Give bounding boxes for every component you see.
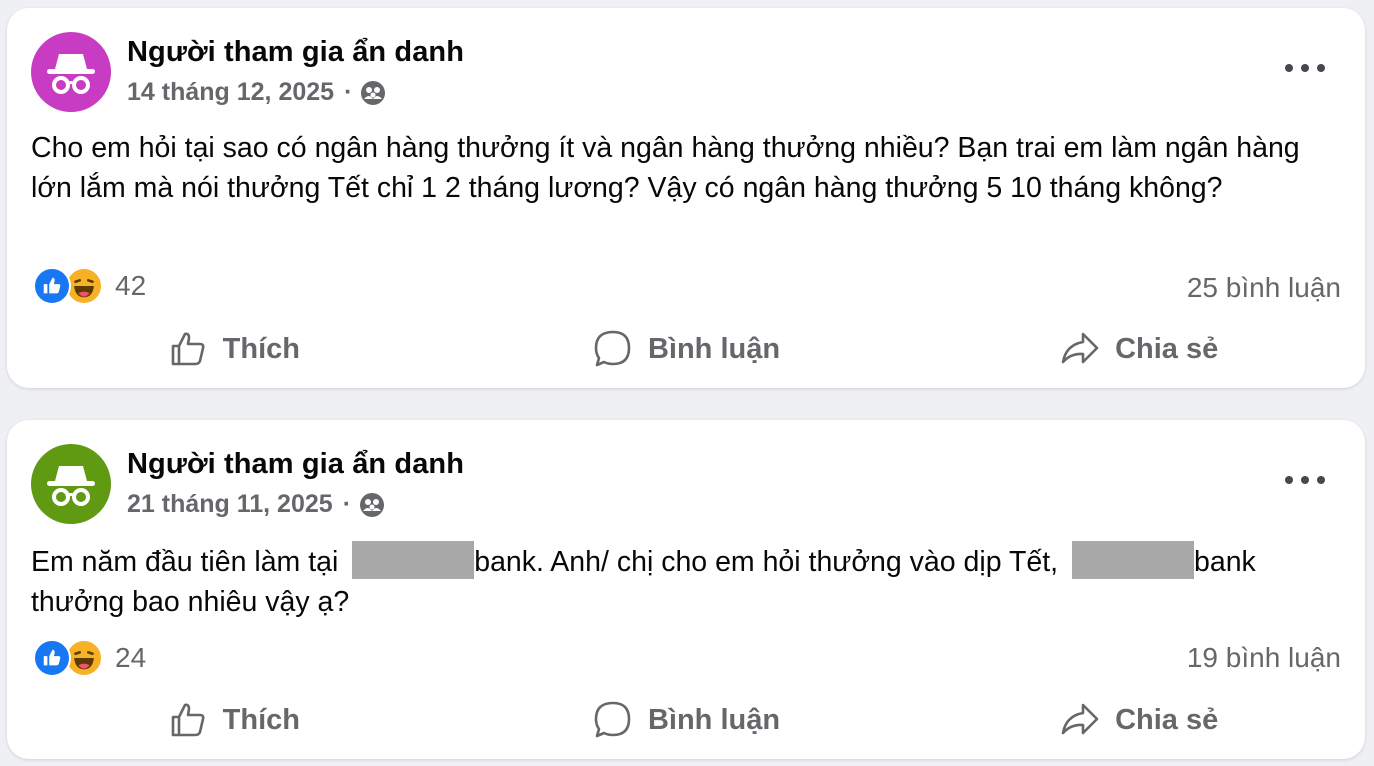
reaction-count: 42 [115,270,147,301]
post-actions: Thích Bình luận Chia sẻ [7,690,1365,750]
group-icon [361,80,386,105]
redacted-bank-name [352,541,475,579]
share-label: Chia sẻ [1115,332,1219,365]
comment-label: Bình luận [647,332,781,365]
share-label: Chia sẻ [1115,703,1219,736]
thumbs-up-icon [171,703,205,737]
post-meta: 21 tháng 11, 2025 · [127,490,385,519]
anonymous-avatar[interactable] [31,32,111,112]
post-text: Em năm đầu tiên làm tại bank. Anh/ chị c… [31,541,1341,622]
share-arrow-icon [1061,703,1099,735]
author-name[interactable]: Người tham gia ẩn danh [127,448,464,481]
author-name[interactable]: Người tham gia ẩn danh [127,36,464,69]
meta-separator: · [344,78,353,106]
comment-bubble-icon [594,701,631,738]
post-text: Cho em hỏi tại sao có ngân hàng thưởng í… [31,132,1300,204]
meta-separator: · [342,490,352,518]
like-label: Thích [222,703,300,736]
post-text-part: bank. Anh/ chị cho em hỏi thưởng vào dịp… [474,546,1066,578]
like-label: Thích [222,332,300,365]
post-meta: 14 tháng 12, 2025 · [127,78,386,107]
post-actions: Thích Bình luận Chia sẻ [7,319,1365,379]
comment-count[interactable]: 25 bình luận [1187,272,1341,304]
comment-label: Bình luận [647,703,781,736]
post-date[interactable]: 14 tháng 12, 2025 [127,78,334,107]
comment-button[interactable]: Bình luận [460,690,913,750]
like-reaction-icon [33,267,71,305]
share-button[interactable]: Chia sẻ [912,319,1365,379]
comment-button[interactable]: Bình luận [460,319,913,379]
like-reaction-icon [33,639,71,677]
share-arrow-icon [1061,332,1099,364]
reactions-summary[interactable]: 42 [33,267,146,305]
post-date[interactable]: 21 tháng 11, 2025 [127,490,333,519]
more-options-icon[interactable] [1285,54,1325,82]
like-button[interactable]: Thích [7,319,460,379]
post-card: Người tham gia ẩn danh 14 tháng 12, 2025… [7,8,1365,388]
reaction-count: 24 [115,642,147,673]
post-card: Người tham gia ẩn danh 21 tháng 11, 2025… [7,420,1365,759]
more-options-icon[interactable] [1285,466,1325,494]
like-button[interactable]: Thích [7,690,460,750]
post-text-part: Em năm đầu tiên làm tại [31,546,347,578]
incognito-icon [47,54,95,94]
anonymous-avatar[interactable] [31,444,111,524]
share-button[interactable]: Chia sẻ [912,690,1365,750]
thumbs-up-icon [171,332,205,366]
group-icon [360,492,385,517]
comment-count[interactable]: 19 bình luận [1187,642,1341,674]
incognito-icon [47,466,95,506]
comment-bubble-icon [594,330,631,367]
reactions-summary[interactable]: 24 [33,639,146,677]
redacted-bank-name [1072,541,1194,579]
